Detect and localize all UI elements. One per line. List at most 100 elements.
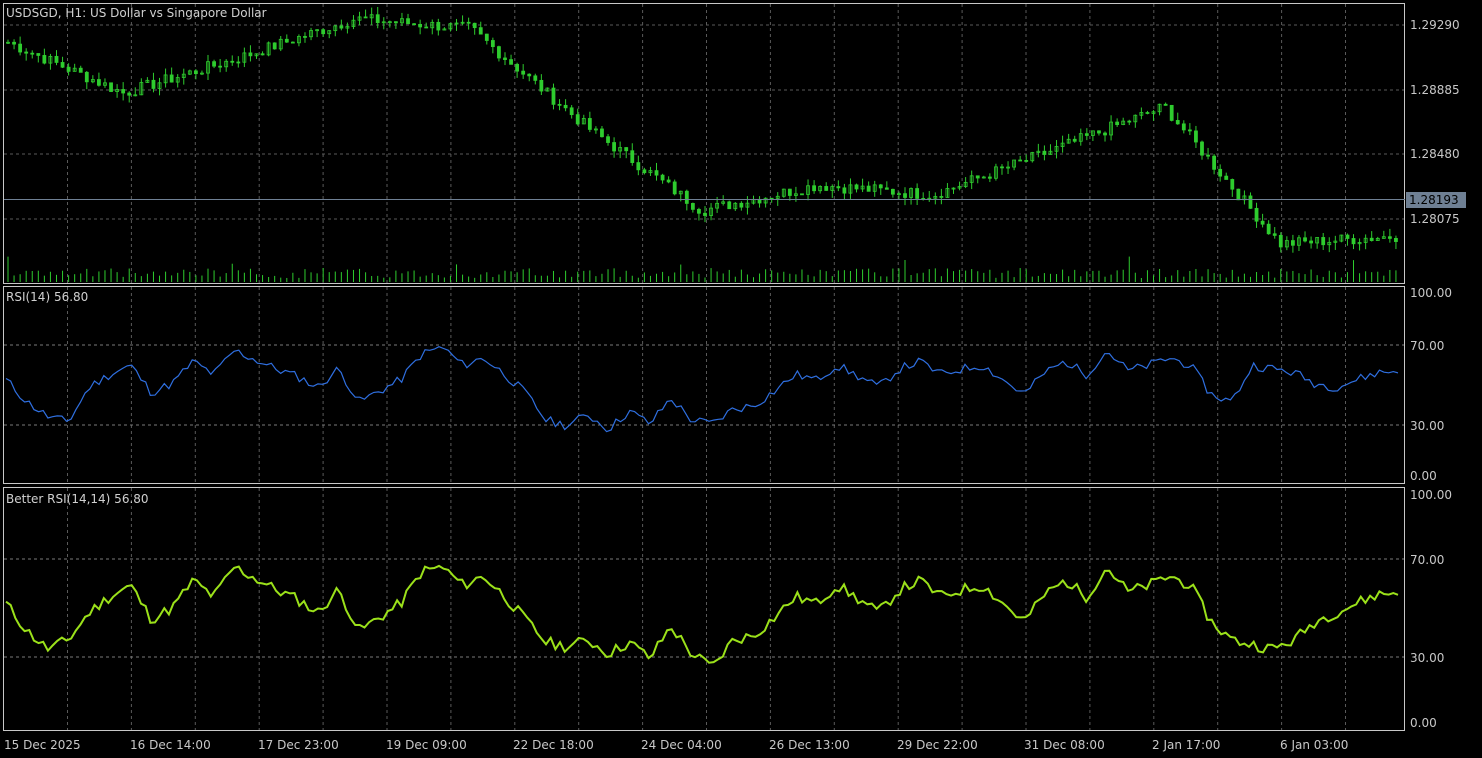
volume-bars	[7, 256, 1397, 282]
candle-body	[563, 104, 568, 109]
better-rsi-pane[interactable]	[3, 487, 1405, 731]
rsi-pane[interactable]	[3, 286, 1405, 484]
candle-body	[890, 188, 895, 195]
candle-body	[42, 55, 47, 64]
candle-body	[503, 57, 507, 60]
candle-body	[1260, 220, 1265, 225]
candle-body	[303, 36, 307, 38]
candle-body	[1224, 175, 1229, 180]
candle-body	[1291, 240, 1295, 246]
candle-body	[393, 21, 398, 24]
candle-body	[697, 208, 701, 214]
candle-body	[1115, 121, 1120, 126]
candle-body	[230, 60, 235, 63]
candle-body	[939, 196, 944, 198]
candle-body	[1248, 195, 1253, 209]
candle-body	[1351, 238, 1356, 245]
candle-body	[1097, 130, 1101, 134]
candle-body	[12, 41, 16, 45]
time-axis: 15 Dec 2025 16 Dec 14:00 17 Dec 23:00 19…	[4, 738, 1348, 752]
candle-body	[1145, 112, 1150, 114]
candle-body	[97, 79, 101, 86]
time-tick: 31 Dec 08:00	[1024, 738, 1105, 752]
candle-body	[321, 29, 326, 35]
candle-body	[684, 190, 689, 204]
candle-body	[600, 128, 604, 138]
candle-body	[54, 55, 59, 63]
rsi-line	[5, 346, 1399, 433]
candle-body	[497, 46, 501, 59]
candle-body	[1103, 132, 1107, 136]
rsi-tick: 70.00	[1410, 339, 1444, 353]
candle-body	[1084, 133, 1089, 136]
candle-body	[260, 53, 265, 56]
candle-body	[1303, 237, 1307, 242]
candle-body	[672, 181, 677, 195]
candle-body	[739, 202, 744, 208]
candle-body	[903, 193, 907, 198]
candle-body	[587, 118, 592, 130]
candle-body	[551, 87, 556, 105]
price-tick: 1.29290	[1410, 18, 1460, 32]
candle-body	[630, 150, 635, 163]
candle-body	[836, 186, 841, 189]
candle-body	[272, 42, 277, 50]
better-rsi-tick: 0.00	[1410, 716, 1437, 730]
candle-body	[290, 41, 295, 44]
candle-body	[218, 65, 223, 68]
candle-body	[575, 114, 580, 125]
candle-body	[1169, 104, 1174, 121]
candle-body	[18, 43, 23, 53]
candle-body	[60, 62, 65, 68]
rsi-tick: 0.00	[1410, 469, 1437, 483]
candle-body	[666, 179, 671, 183]
time-tick: 22 Dec 18:00	[513, 738, 594, 752]
candle-body	[127, 92, 132, 96]
candle-body	[854, 184, 859, 190]
better-rsi-tick: 100.00	[1410, 488, 1452, 502]
candle-body	[490, 40, 495, 48]
time-tick: 24 Dec 04:00	[641, 738, 722, 752]
candle-body	[248, 52, 253, 57]
candle-body	[1187, 129, 1192, 132]
candle-body	[569, 107, 574, 116]
price-pane[interactable]	[3, 3, 1405, 284]
candle-body	[842, 187, 847, 194]
candle-body	[24, 51, 29, 54]
candle-body	[812, 185, 816, 192]
candle-body	[509, 59, 513, 65]
candle-body	[884, 187, 889, 190]
candle-body	[424, 26, 429, 29]
candle-body	[866, 185, 871, 192]
candle-body	[1024, 160, 1029, 162]
candle-body	[557, 103, 562, 106]
candle-body	[169, 74, 174, 83]
candle-body	[66, 66, 71, 72]
candle-body	[236, 61, 241, 64]
candle-body	[1345, 234, 1350, 239]
candle-body	[1394, 238, 1398, 242]
candle-body	[987, 176, 992, 179]
candle-body	[1230, 179, 1235, 190]
candle-body	[84, 71, 89, 83]
price-tick: 1.28885	[1410, 83, 1460, 97]
candle-body	[612, 142, 616, 152]
candle-body	[339, 25, 344, 29]
candle-body	[1309, 240, 1313, 244]
time-tick: 2 Jan 17:00	[1152, 738, 1220, 752]
rsi-line-group	[5, 346, 1399, 433]
candle-body	[1000, 166, 1004, 169]
time-tick: 6 Jan 03:00	[1280, 738, 1348, 752]
candle-body	[466, 21, 471, 24]
candle-body	[412, 23, 416, 26]
time-tick: 19 Dec 09:00	[386, 738, 467, 752]
chart-canvas: 1.28193 USDSGD, H1: US Dollar vs Singapo…	[3, 3, 1466, 752]
rsi-axis: 100.00 70.00 30.00 0.00	[1410, 286, 1452, 483]
candle-body	[375, 14, 380, 24]
candle-body	[212, 61, 216, 67]
candle-body	[1018, 159, 1023, 162]
candle-body	[30, 52, 35, 55]
candle-body	[690, 203, 695, 210]
candle-body	[1072, 138, 1077, 142]
candle-body	[472, 22, 477, 29]
